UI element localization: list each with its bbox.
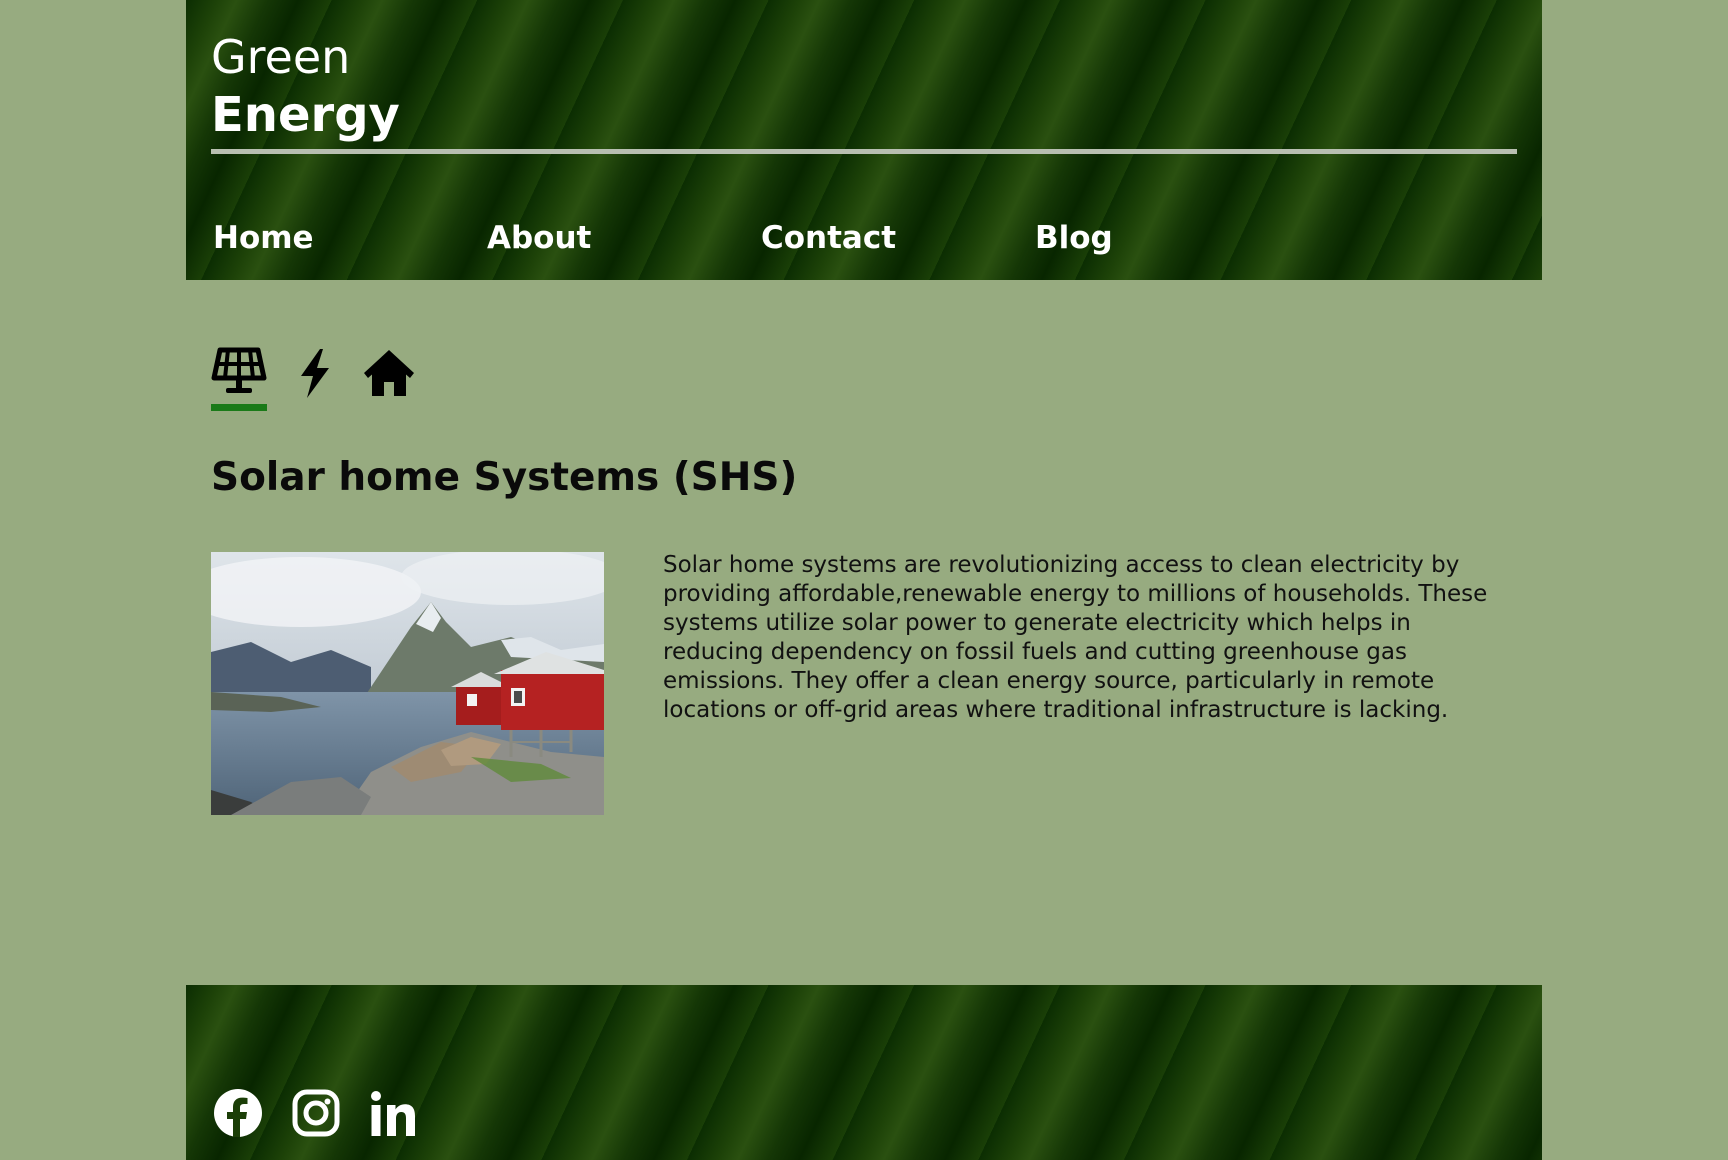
nav-about[interactable]: About	[487, 220, 591, 256]
nav-home[interactable]: Home	[213, 220, 314, 256]
linkedin-link[interactable]	[368, 1088, 418, 1138]
house-icon	[364, 350, 414, 396]
linkedin-icon	[371, 1091, 415, 1136]
active-tab-indicator	[211, 404, 267, 411]
brand-line-energy: Energy	[211, 87, 400, 143]
cabin-fjord-photo	[211, 552, 604, 815]
lightning-bolt-icon	[301, 349, 329, 398]
nav-blog[interactable]: Blog	[1035, 220, 1113, 256]
tab-solar[interactable]	[211, 346, 267, 411]
nav-contact[interactable]: Contact	[761, 220, 896, 256]
brand-line-green: Green	[211, 30, 351, 84]
brand-logo[interactable]: Green Energy	[211, 28, 400, 144]
solar-panel-icon	[211, 347, 267, 393]
facebook-icon	[214, 1089, 262, 1137]
instagram-icon	[292, 1089, 340, 1137]
tab-electricity[interactable]	[287, 346, 343, 410]
tab-home[interactable]	[361, 346, 417, 410]
header-divider	[211, 149, 1517, 154]
instagram-link[interactable]	[291, 1088, 341, 1138]
site-footer	[186, 985, 1542, 1160]
section-title: Solar home Systems (SHS)	[211, 455, 798, 500]
facebook-link[interactable]	[213, 1088, 263, 1138]
page: Green Energy Home About Contact Blog Sol…	[186, 0, 1542, 1160]
site-header: Green Energy Home About Contact Blog	[186, 0, 1542, 280]
section-body: Solar home systems are revolutionizing a…	[663, 552, 1488, 723]
